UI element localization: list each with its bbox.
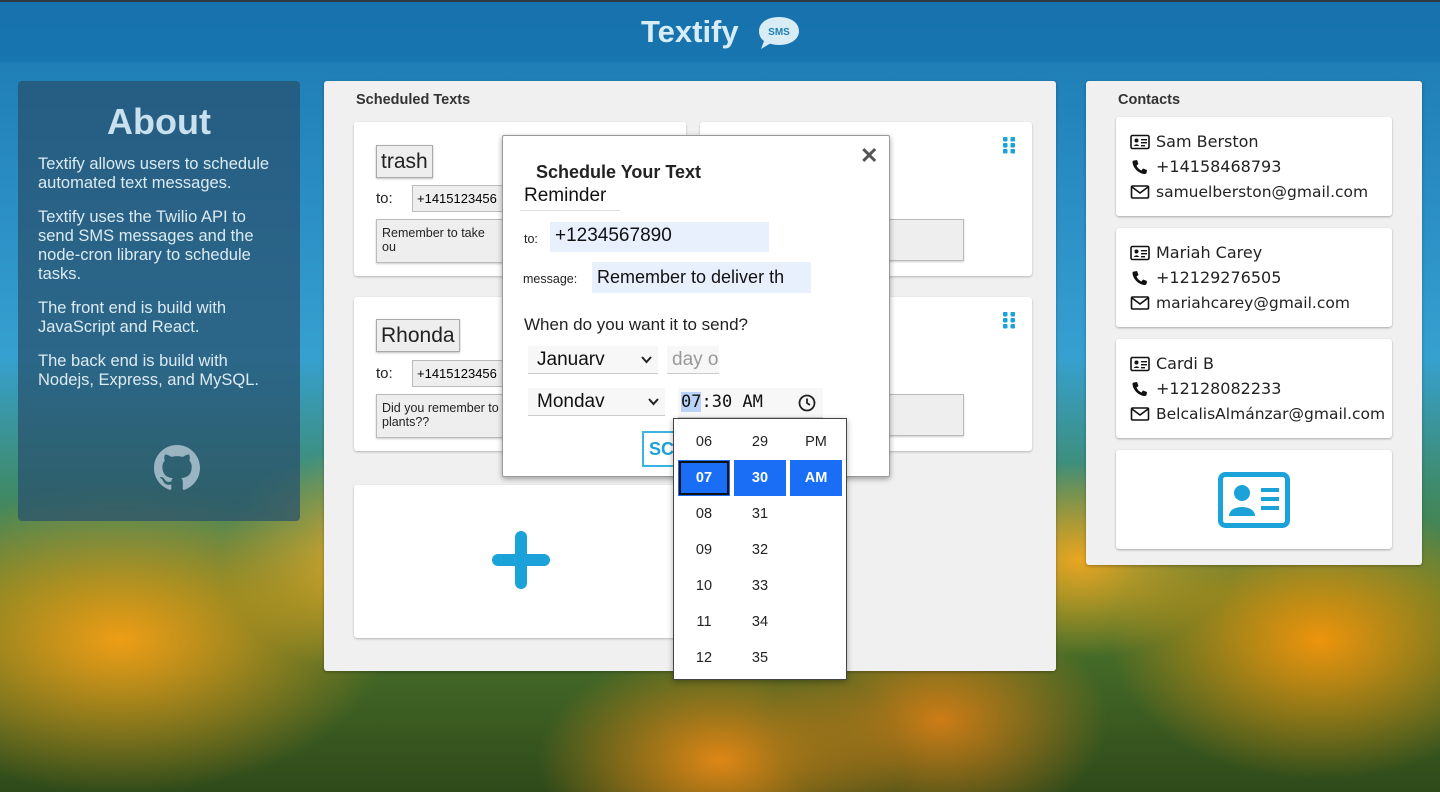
- contact-name: Sam Berston: [1156, 132, 1259, 151]
- minute-option[interactable]: 30: [734, 460, 786, 496]
- contacts-panel: Contacts Sam Berston +14158468793 samuel…: [1086, 81, 1422, 565]
- add-contact-icon[interactable]: [1218, 472, 1290, 528]
- sms-logo-text: SMS: [768, 27, 790, 38]
- weekday-value: Mondav: [537, 391, 605, 412]
- drag-handle-icon[interactable]: [1002, 311, 1016, 329]
- contact-email[interactable]: BelcalisAlmánzar@gmail.com: [1156, 405, 1385, 423]
- month-value: Januarv: [537, 349, 605, 370]
- contact-card[interactable]: Mariah Carey +12129276505 mariahcarey@gm…: [1116, 228, 1392, 327]
- envelope-icon: [1130, 184, 1150, 199]
- contact-phone: +12129276505: [1156, 268, 1282, 287]
- github-icon[interactable]: [154, 445, 200, 491]
- id-card-icon: [1130, 356, 1150, 371]
- contact-phone: +12128082233: [1156, 379, 1282, 398]
- card-to-label: to:: [376, 190, 393, 207]
- minute-option[interactable]: 32: [734, 532, 786, 568]
- add-text-card[interactable]: [354, 485, 686, 638]
- contact-email[interactable]: samuelberston@gmail.com: [1156, 183, 1368, 201]
- month-select[interactable]: Januarv: [528, 346, 658, 374]
- scheduled-heading: Scheduled Texts: [356, 92, 471, 108]
- period-option[interactable]: PM: [790, 424, 842, 460]
- about-paragraph: Textify allows users to schedule automat…: [38, 155, 270, 192]
- card-phone-field[interactable]: +1415123456: [412, 185, 512, 212]
- modal-title: Schedule Your Text: [536, 162, 702, 182]
- contacts-heading: Contacts: [1118, 92, 1181, 108]
- hour-option[interactable]: 12: [678, 640, 730, 676]
- minute-option[interactable]: 33: [734, 568, 786, 604]
- card-phone-field[interactable]: +1415123456: [412, 360, 512, 387]
- card-name[interactable]: trash: [376, 145, 433, 178]
- app-header: Textify SMS: [0, 0, 1440, 62]
- minute-option[interactable]: 34: [734, 604, 786, 640]
- chevron-down-icon: [648, 398, 659, 406]
- phone-icon: [1132, 270, 1147, 285]
- hour-option[interactable]: 10: [678, 568, 730, 604]
- card-message-field[interactable]: [888, 394, 964, 436]
- phone-icon: [1132, 159, 1147, 174]
- contact-phone: +14158468793: [1156, 157, 1282, 176]
- message-input[interactable]: Remember to deliver th: [592, 262, 811, 293]
- period-column: PM AM: [790, 424, 842, 496]
- about-paragraph: The front end is build with JavaScript a…: [38, 299, 227, 336]
- day-input[interactable]: day o: [667, 346, 719, 374]
- close-icon[interactable]: ✕: [860, 145, 878, 167]
- id-card-icon: [1130, 134, 1150, 149]
- hour-option[interactable]: 07: [678, 460, 730, 496]
- about-paragraph: The back end is build with Nodejs, Expre…: [38, 352, 260, 389]
- period-option[interactable]: AM: [790, 460, 842, 496]
- drag-handle-icon[interactable]: [1002, 136, 1016, 154]
- minute-column: 29 30 31 32 33 34 35: [734, 424, 786, 676]
- minute-option[interactable]: 29: [734, 424, 786, 460]
- envelope-icon: [1130, 406, 1150, 421]
- to-input[interactable]: +1234567890: [550, 222, 769, 252]
- about-paragraph: Textify uses the Twilio API to send SMS …: [38, 208, 254, 283]
- envelope-icon: [1130, 295, 1150, 310]
- contact-card[interactable]: Cardi B +12128082233 BelcalisAlmánzar@gm…: [1116, 339, 1392, 438]
- contact-name: Cardi B: [1156, 354, 1214, 373]
- hour-option[interactable]: 08: [678, 496, 730, 532]
- time-input[interactable]: 07:30 AM: [678, 388, 823, 418]
- id-card-icon: [1130, 245, 1150, 260]
- clock-icon[interactable]: [798, 394, 816, 412]
- time-hour-segment[interactable]: 07: [681, 392, 702, 412]
- message-label: message:: [523, 272, 578, 286]
- card-message-field[interactable]: Remember to take ou: [376, 219, 506, 263]
- add-contact-card[interactable]: [1116, 450, 1392, 549]
- card-name[interactable]: Rhonda: [376, 319, 460, 352]
- app-title: Textify: [641, 14, 739, 49]
- time-picker-dropdown: 06 07 08 09 10 11 12 29 30 31 32 33 34 35 PM AM: [673, 418, 847, 680]
- hour-column: 06 07 08 09 10 11 12: [678, 424, 730, 676]
- to-label: to:: [524, 232, 538, 246]
- hour-option[interactable]: 06: [678, 424, 730, 460]
- card-message-field[interactable]: Did you remember to plants??: [376, 394, 506, 438]
- about-title: About: [107, 101, 211, 142]
- plus-icon[interactable]: [492, 531, 550, 589]
- title-input[interactable]: Reminder: [520, 183, 620, 211]
- contact-email[interactable]: mariahcarey@gmail.com: [1156, 294, 1350, 312]
- minute-option[interactable]: 31: [734, 496, 786, 532]
- contact-card[interactable]: Sam Berston +14158468793 samuelberston@g…: [1116, 117, 1392, 216]
- about-panel: About Textify allows users to schedule a…: [18, 81, 300, 521]
- when-label: When do you want it to send?: [524, 315, 748, 334]
- card-to-label: to:: [376, 365, 393, 382]
- hour-option[interactable]: 11: [678, 604, 730, 640]
- hour-option[interactable]: 09: [678, 532, 730, 568]
- contact-name: Mariah Carey: [1156, 243, 1263, 262]
- time-rest-segment[interactable]: :30 AM: [701, 392, 762, 412]
- card-message-field[interactable]: [888, 219, 964, 261]
- minute-option[interactable]: 35: [734, 640, 786, 676]
- phone-icon: [1132, 381, 1147, 396]
- sms-logo-icon: SMS: [759, 17, 799, 49]
- weekday-select[interactable]: Mondav: [528, 388, 665, 416]
- chevron-down-icon: [641, 356, 652, 364]
